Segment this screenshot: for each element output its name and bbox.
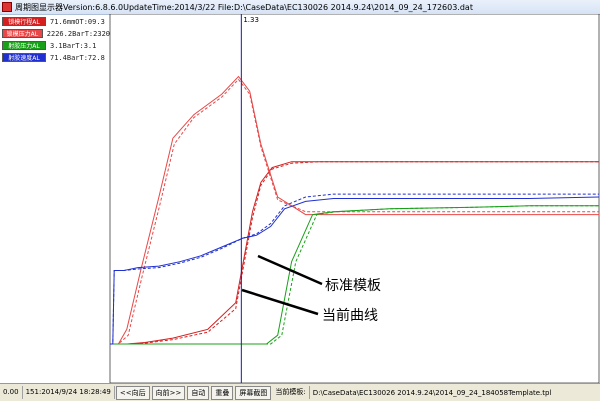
screenshot-button[interactable]: 屏幕截图 [235,385,272,400]
legend: 锁模行程AL 71.6mmOT:09.3 锁模压力AL 2226.2BarT:2… [2,16,110,64]
legend-value: 71.4BarT:72.8 [50,53,105,62]
legend-swatch: 射胶速度AL [2,53,46,62]
title-bar: 周期图显示器Version:6.8.6.0UpdateTime:2014/3/2… [0,0,600,15]
legend-value: 3.1BarT:3.1 [50,41,97,50]
legend-item[interactable]: 锁模行程AL 71.6mmOT:09.3 [2,16,110,27]
status-bar: 0.00 151:2014/9/24 18:28:49 <<向后 向前>> 自动… [0,383,600,401]
status-time: 151:2014/9/24 18:28:49 [23,386,115,399]
legend-item[interactable]: 射胶压力AL 3.1BarT:3.1 [2,40,110,51]
chart-svg[interactable]: 1.33 标准模板 当前曲线 [0,14,600,383]
template-path: D:\CaseData\EC130026 2014.9.24\2014_09_2… [312,388,552,397]
legend-swatch: 锁模行程AL [2,17,46,26]
app-icon [2,2,12,12]
legend-value: 71.6mmOT:09.3 [50,17,105,26]
chart-area[interactable]: 1.33 标准模板 当前曲线 [0,14,600,383]
auto-button[interactable]: 自动 [187,385,210,400]
forward-button[interactable]: 向前>> [151,385,186,400]
annotation-template-label: 标准模板 [325,278,381,294]
back-button[interactable]: <<向后 [115,385,150,400]
annotation-current-label: 当前曲线 [322,307,378,324]
overlay-button[interactable]: 重叠 [211,385,234,400]
cursor-label: 1.33 [243,16,259,24]
legend-swatch: 射胶压力AL [2,41,46,50]
legend-swatch: 锁模压力AL [2,29,43,38]
legend-value: 2226.2BarT:2320 [46,29,110,38]
legend-item[interactable]: 射胶速度AL 71.4BarT:72.8 [2,52,110,63]
window-title: 周期图显示器Version:6.8.6.0UpdateTime:2014/3/2… [15,2,473,12]
status-zero: 0.00 [0,386,23,399]
legend-item[interactable]: 锁模压力AL 2226.2BarT:2320 [2,28,110,39]
template-label: 当前模板: [272,386,310,399]
